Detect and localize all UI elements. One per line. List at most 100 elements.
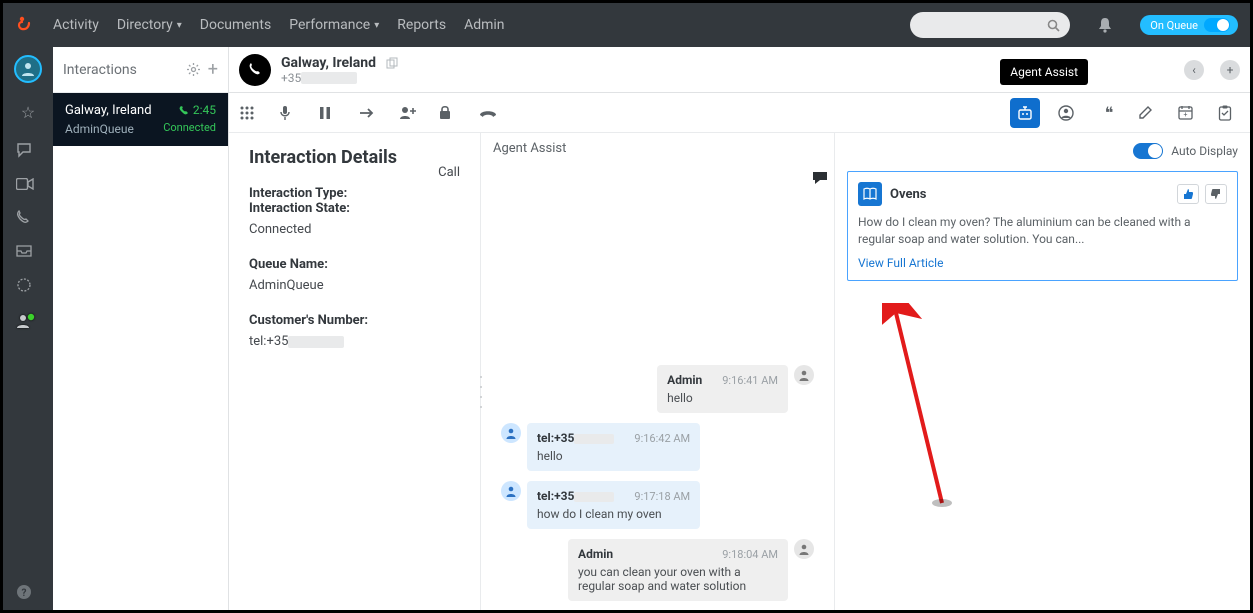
nav-activity[interactable]: Activity xyxy=(53,17,99,33)
chat-message: Admin 9:18:04 AM you can clean your oven w… xyxy=(495,539,820,601)
phone-icon[interactable] xyxy=(16,210,40,225)
message-time: 9:17:18 AM xyxy=(634,490,690,503)
add-icon[interactable]: + xyxy=(208,59,218,80)
top-nav: Activity Directory▾ Documents Performanc… xyxy=(3,3,1250,47)
card-snippet: How do I clean my oven? The aluminium ca… xyxy=(858,214,1227,248)
redacted xyxy=(288,336,344,348)
message-bubble: Admin 9:16:41 AM hello xyxy=(657,365,788,413)
search-icon xyxy=(1047,19,1060,32)
left-rail: ☆ ? xyxy=(3,47,53,610)
add-button[interactable]: + xyxy=(1220,60,1240,80)
message-from: Admin xyxy=(578,547,613,561)
hangup-icon[interactable] xyxy=(479,107,501,119)
call-title: Galway, Ireland xyxy=(281,55,398,71)
on-queue-toggle[interactable]: On Queue xyxy=(1140,15,1238,35)
message-bubble: Admin 9:18:04 AM you can clean your oven w… xyxy=(568,539,788,601)
customer-value: tel:+35 xyxy=(249,334,460,349)
agent-avatar-icon xyxy=(794,539,814,559)
call-toolbar: Agent Assist xyxy=(229,93,1250,133)
clipboard-icon[interactable] xyxy=(1218,105,1240,121)
schedule-icon[interactable]: + xyxy=(1178,105,1200,120)
redacted xyxy=(574,492,614,502)
brand-logo-icon xyxy=(15,15,35,35)
assist-header: Agent Assist xyxy=(481,133,834,165)
svg-text:?: ? xyxy=(22,588,27,599)
caret-down-icon: ▾ xyxy=(374,20,379,31)
svg-text:+: + xyxy=(1184,111,1188,119)
message-bubble: tel:+35 9:17:18 AM how do I clean my oven xyxy=(527,481,700,529)
user-avatar-icon[interactable] xyxy=(14,55,42,83)
customer-avatar-icon xyxy=(501,423,521,443)
message-from: tel:+35 xyxy=(537,489,614,503)
nav-directory[interactable]: Directory▾ xyxy=(117,17,182,33)
queue-value: AdminQueue xyxy=(249,278,460,293)
copy-icon[interactable] xyxy=(386,57,398,69)
message-from: Admin xyxy=(667,373,702,387)
redacted xyxy=(574,434,614,444)
dialpad-icon[interactable] xyxy=(239,105,261,121)
knowledge-card: Ovens How do I clean my oven? The alumi xyxy=(847,171,1238,281)
help-icon[interactable]: ? xyxy=(16,584,40,600)
call-header: Galway, Ireland +35 ‹ + xyxy=(229,47,1250,93)
message-bubble: tel:+359:16:42 AMhello xyxy=(527,423,700,471)
settings-ring-icon[interactable] xyxy=(16,277,40,293)
type-label: Interaction Type: xyxy=(249,186,460,201)
favorites-icon[interactable]: ☆ xyxy=(16,103,40,122)
inbox-icon[interactable] xyxy=(16,245,40,257)
customer-avatar-icon xyxy=(501,481,521,501)
thumbs-up-button[interactable] xyxy=(1177,184,1199,204)
interaction-card[interactable]: Galway, Ireland AdminQueue 2:45 Connecte… xyxy=(53,93,228,146)
back-button[interactable]: ‹ xyxy=(1184,60,1204,80)
search-input[interactable] xyxy=(910,12,1070,38)
message-text: you can clean your oven with a regular s… xyxy=(578,565,778,593)
queue-label: Queue Name: xyxy=(249,257,460,272)
message-text: hello xyxy=(537,449,690,463)
call-number: +35 xyxy=(281,71,398,85)
notifications-icon[interactable] xyxy=(1088,17,1122,33)
details-heading: Interaction Details xyxy=(249,147,460,168)
toggle-switch-icon xyxy=(1204,18,1230,32)
interaction-duration: 2:45 xyxy=(179,103,216,117)
interaction-state: Connected xyxy=(163,121,216,134)
agent-icon[interactable] xyxy=(16,313,40,329)
auto-display-label: Auto Display xyxy=(1171,144,1238,158)
phone-circle-icon xyxy=(239,54,271,86)
video-icon[interactable] xyxy=(16,178,40,190)
agent-assist-button[interactable] xyxy=(1010,98,1040,128)
state-value: Connected xyxy=(249,222,460,237)
type-value: Call xyxy=(438,165,460,180)
thumbs-down-button[interactable] xyxy=(1205,184,1227,204)
conversation-panel: Agent Assist Admin9:16:41 AMhellotel:+35… xyxy=(481,133,834,610)
nav-admin[interactable]: Admin xyxy=(464,17,504,33)
chat-icon[interactable] xyxy=(16,142,40,158)
auto-display-toggle[interactable] xyxy=(1133,143,1163,159)
message-text: hello xyxy=(667,391,778,405)
quote-icon[interactable]: ❝ xyxy=(1098,103,1120,122)
chat-message: Admin 9:16:41 AM hello xyxy=(495,365,820,413)
chat-message: tel:+35 9:17:18 AM how do I clean my oven xyxy=(495,481,820,529)
card-title: Ovens xyxy=(890,187,1169,202)
hold-icon[interactable] xyxy=(319,106,341,120)
nav-documents[interactable]: Documents xyxy=(200,17,271,33)
add-participant-icon[interactable] xyxy=(399,105,421,120)
message-text: how do I clean my oven xyxy=(537,507,690,521)
gear-icon[interactable] xyxy=(187,63,200,76)
profile-icon[interactable] xyxy=(1058,105,1080,121)
redacted xyxy=(301,72,357,84)
message-time: 9:18:04 AM xyxy=(722,548,778,561)
nav-performance[interactable]: Performance▾ xyxy=(289,17,379,33)
mute-icon[interactable] xyxy=(279,105,301,121)
view-full-article-link[interactable]: View Full Article xyxy=(858,256,1227,270)
interactions-title: Interactions xyxy=(63,62,179,78)
message-from: tel:+35 xyxy=(537,431,614,445)
agent-avatar-icon xyxy=(794,365,814,385)
interaction-details-panel: Interaction Details Interaction Type: Ca… xyxy=(229,133,481,610)
secure-icon[interactable] xyxy=(439,105,461,120)
state-label: Interaction State: xyxy=(249,201,460,216)
interactions-panel: Interactions + Galway, Ireland AdminQueu… xyxy=(53,47,229,610)
transfer-icon[interactable] xyxy=(359,107,381,119)
message-time: 9:16:41 AM xyxy=(722,374,778,387)
edit-icon[interactable] xyxy=(1138,105,1160,120)
chat-bubble-icon xyxy=(812,171,828,185)
nav-reports[interactable]: Reports xyxy=(397,17,446,33)
